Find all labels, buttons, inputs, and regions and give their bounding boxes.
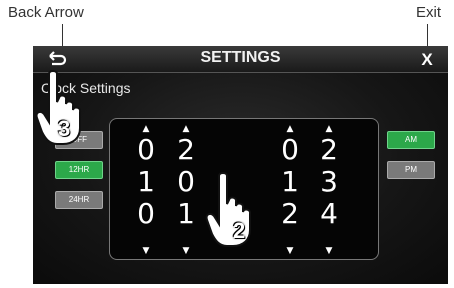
- down-arrow-icon[interactable]: ▼: [134, 246, 158, 256]
- digit: 0: [137, 197, 155, 230]
- hour-ones-column[interactable]: ▲ 2 0 1 ▼: [174, 119, 198, 259]
- digit: 4: [320, 197, 338, 230]
- digit: 0: [177, 165, 195, 198]
- digit: 1: [177, 197, 195, 230]
- digit: 3: [320, 165, 338, 198]
- digit: 2: [177, 133, 195, 166]
- minute-tens-column[interactable]: ▲ 0 1 2 ▼: [278, 119, 302, 259]
- page-title: SETTINGS: [200, 49, 281, 66]
- step-number-badge: 3: [58, 116, 71, 141]
- step-number-badge: 2: [233, 218, 246, 243]
- digit: 0: [281, 133, 299, 166]
- minute-ones-column[interactable]: ▲ 2 3 4 ▼: [317, 119, 341, 259]
- digit: 2: [320, 133, 338, 166]
- digit: 0: [137, 133, 155, 166]
- exit-button[interactable]: X: [418, 50, 436, 70]
- pm-button[interactable]: PM: [387, 161, 435, 179]
- title-bar: SETTINGS X: [33, 46, 448, 73]
- down-arrow-icon[interactable]: ▼: [174, 246, 198, 256]
- format-24hr-button[interactable]: 24HR: [55, 191, 103, 209]
- am-button[interactable]: AM: [387, 131, 435, 149]
- format-12hr-button[interactable]: 12HR: [55, 161, 103, 179]
- settings-screen: SETTINGS X Clock Settings OFF 12HR 24HR …: [33, 46, 448, 284]
- callout-back-arrow: Back Arrow: [8, 4, 84, 21]
- digit: 1: [137, 165, 155, 198]
- hour-tens-column[interactable]: ▲ 0 1 0 ▼: [134, 119, 158, 259]
- callout-exit: Exit: [416, 4, 442, 21]
- down-arrow-icon[interactable]: ▼: [317, 246, 341, 256]
- digit: 1: [281, 165, 299, 198]
- digit: 2: [281, 197, 299, 230]
- down-arrow-icon[interactable]: ▼: [278, 246, 302, 256]
